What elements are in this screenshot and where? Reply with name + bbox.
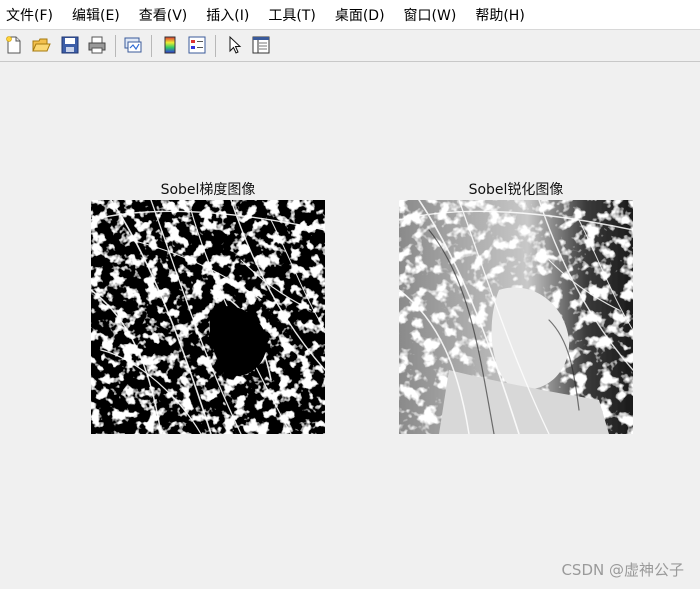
legend-icon[interactable]: [187, 35, 207, 55]
menu-view[interactable]: 查看(V): [139, 5, 188, 25]
menu-window[interactable]: 窗口(W): [404, 5, 457, 25]
select-arrow-icon[interactable]: [225, 35, 245, 55]
property-inspector-icon[interactable]: [251, 35, 271, 55]
link-plot-icon[interactable]: [123, 35, 143, 55]
save-icon[interactable]: [60, 35, 80, 55]
menu-file[interactable]: 文件(F): [6, 5, 53, 25]
menu-insert[interactable]: 插入(I): [206, 5, 249, 25]
sobel-gradient-image[interactable]: [91, 200, 325, 434]
toolbar-separator: [151, 35, 152, 57]
toolbar-separator: [115, 35, 116, 57]
menu-edit[interactable]: 编辑(E): [72, 5, 120, 25]
open-icon[interactable]: [31, 35, 51, 55]
right-axes-title: Sobel锐化图像: [468, 182, 564, 198]
print-icon[interactable]: [87, 35, 107, 55]
new-figure-icon[interactable]: [4, 35, 24, 55]
csdn-watermark: CSDN @虚神公子: [561, 561, 684, 579]
menu-desktop[interactable]: 桌面(D): [335, 5, 385, 25]
figure-toolbar: [0, 29, 700, 62]
menu-help[interactable]: 帮助(H): [475, 5, 524, 25]
colorbar-icon[interactable]: [160, 35, 180, 55]
left-axes-title: Sobel梯度图像: [160, 182, 256, 198]
toolbar-separator: [215, 35, 216, 57]
menu-bar: 文件(F) 编辑(E) 查看(V) 插入(I) 工具(T) 桌面(D) 窗口(W…: [0, 0, 700, 29]
sobel-sharpened-image[interactable]: [399, 200, 633, 434]
menu-tools[interactable]: 工具(T): [268, 5, 315, 25]
